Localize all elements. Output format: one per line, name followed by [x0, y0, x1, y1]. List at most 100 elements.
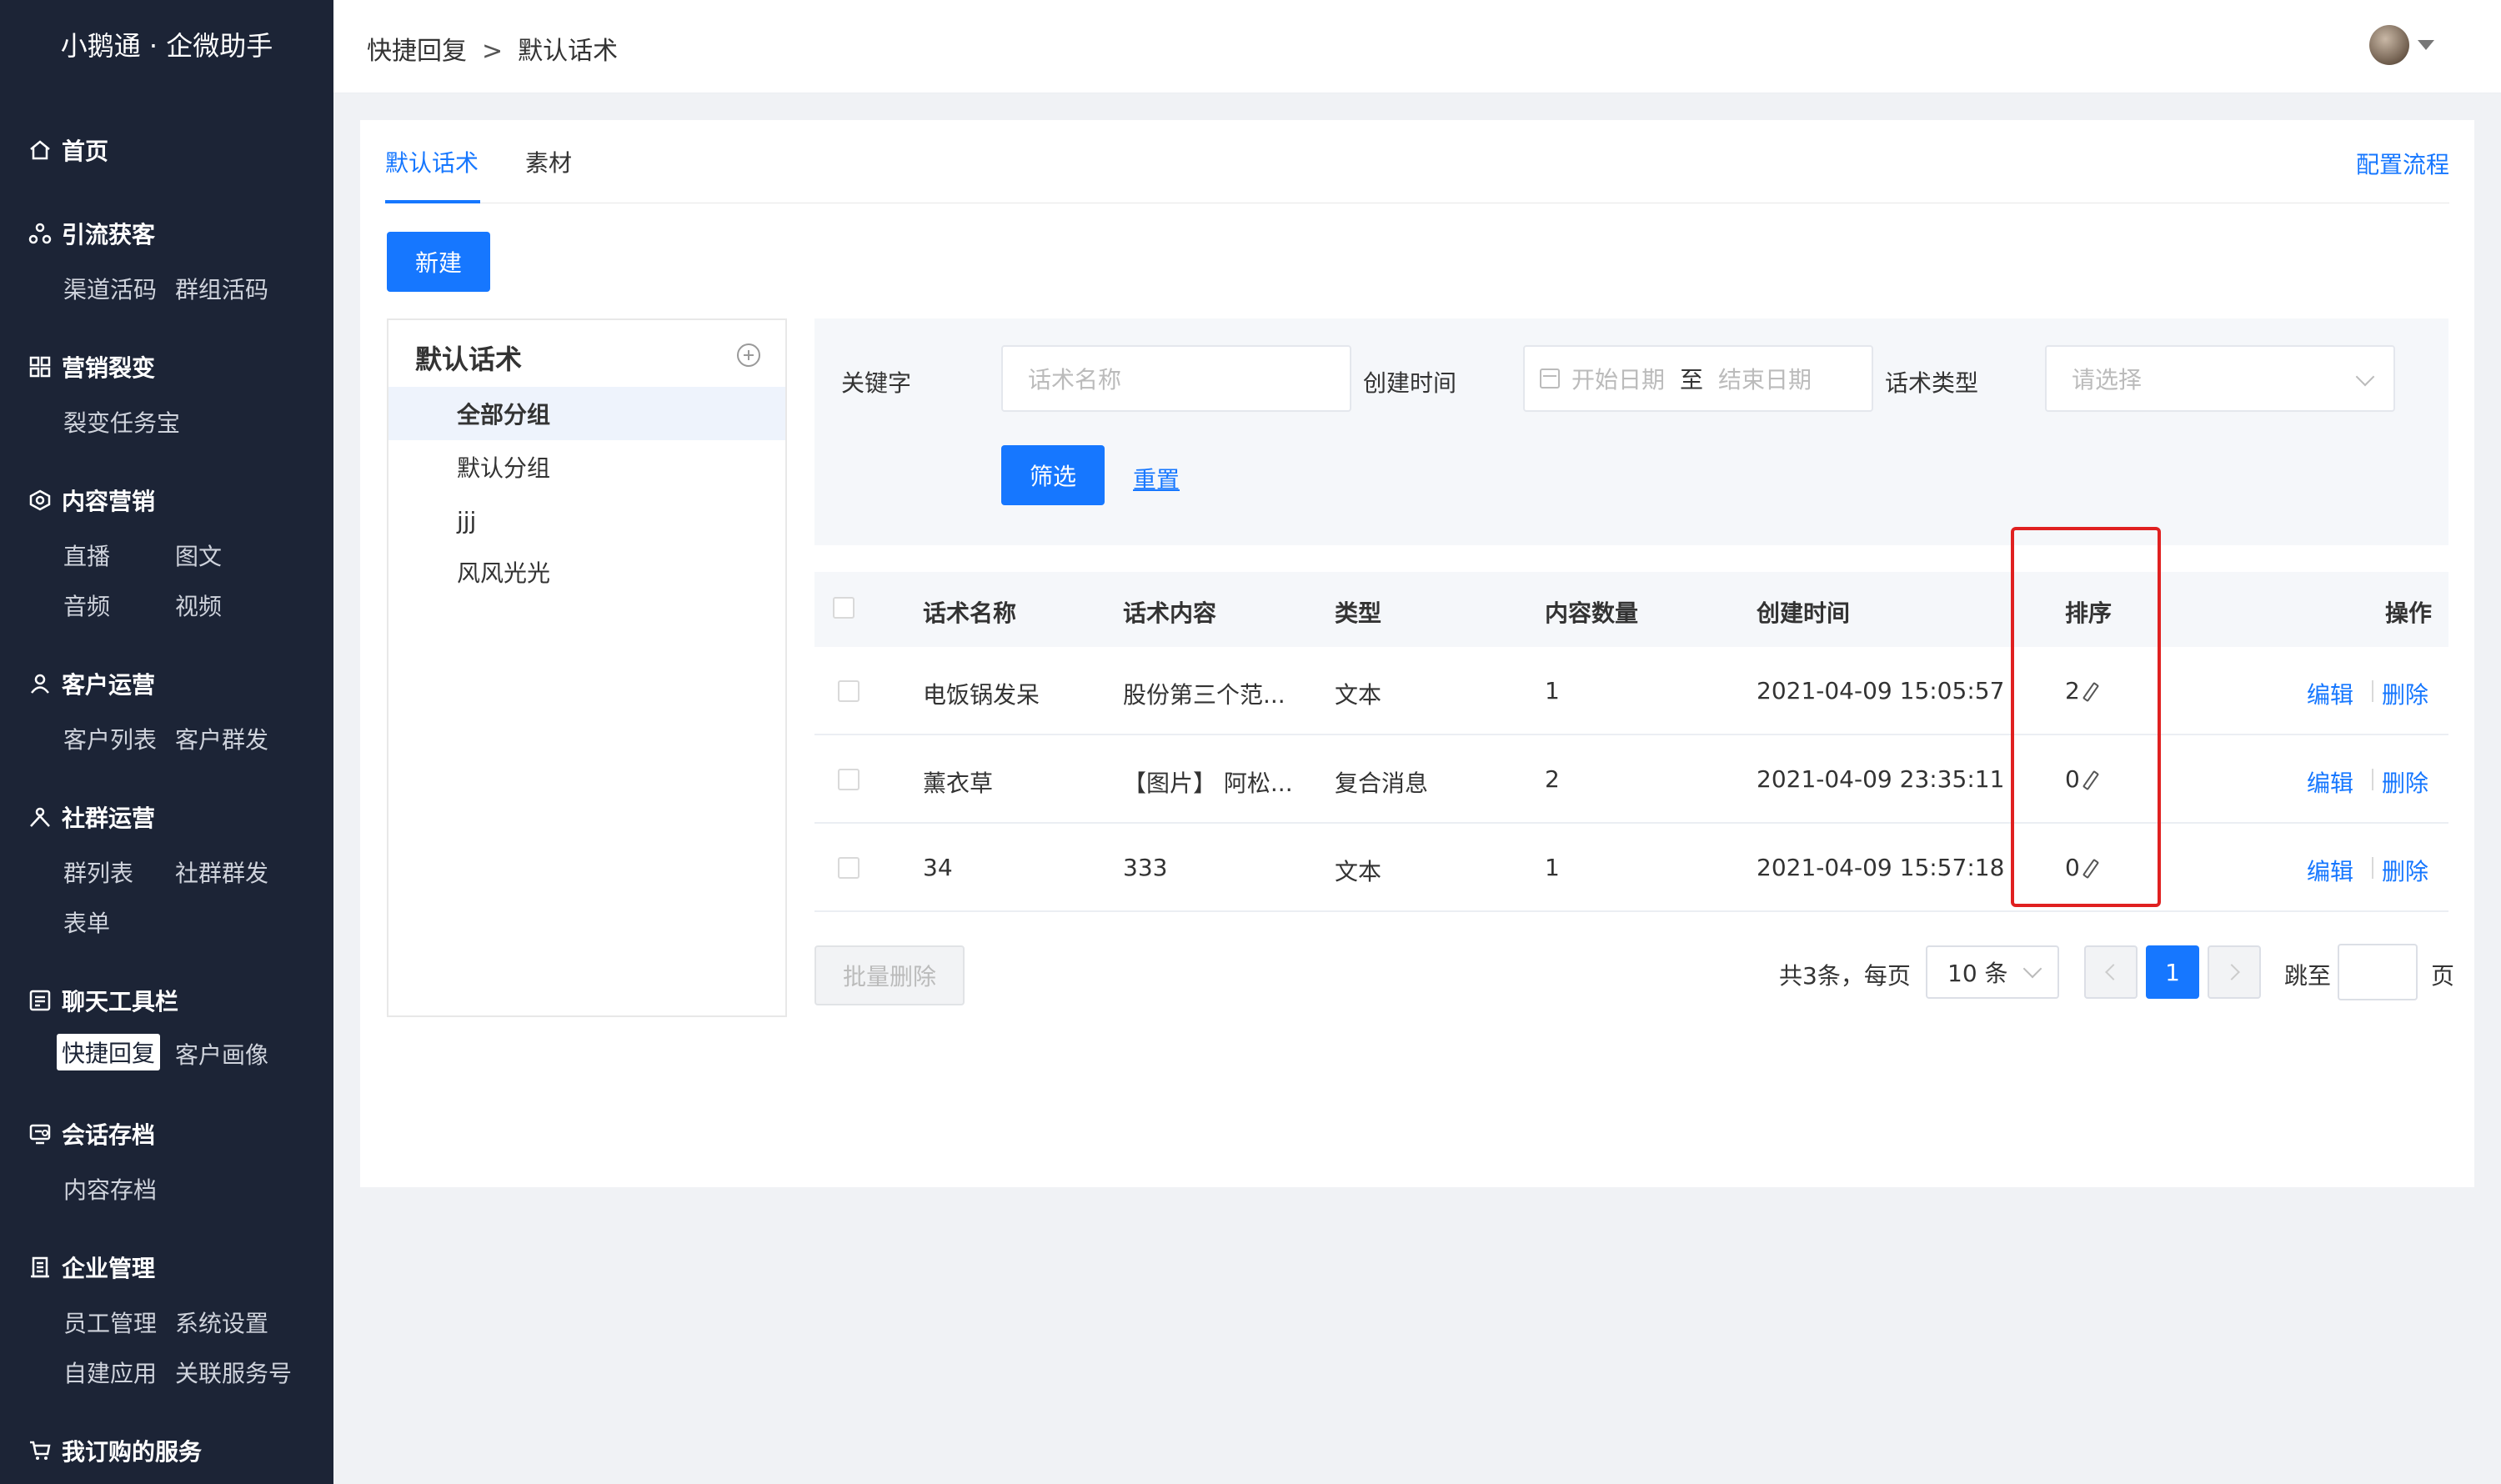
- cell-created: 2021-04-09 15:05:57: [1757, 677, 2005, 704]
- cell-name: 34: [923, 854, 953, 881]
- action-divider: [2372, 769, 2373, 790]
- date-range-picker[interactable]: 开始日期 至 结束日期: [1523, 345, 1873, 412]
- page-size-select[interactable]: 10 条: [1926, 945, 2059, 999]
- sidebar-item-fission[interactable]: 裂变任务宝: [63, 405, 180, 439]
- breadcrumb-current: 默认话术: [518, 37, 619, 66]
- jump-page-input[interactable]: [2338, 944, 2418, 1000]
- group-item-jjj[interactable]: jjj: [388, 494, 785, 547]
- row-checkbox[interactable]: [838, 769, 860, 790]
- batch-delete-button[interactable]: 批量删除: [814, 945, 965, 1005]
- breadcrumb-parent[interactable]: 快捷回复: [367, 37, 467, 66]
- sidebar-item-staff[interactable]: 员工管理: [63, 1306, 157, 1339]
- sidebar-item-channel-code[interactable]: 渠道活码: [63, 272, 157, 305]
- page-unit-label: 页: [2431, 962, 2455, 990]
- filter-button[interactable]: 筛选: [1001, 445, 1105, 505]
- pagination-total: 共3条，每页: [1779, 962, 1911, 990]
- sidebar-item-quick-reply[interactable]: 快捷回复: [57, 1034, 161, 1070]
- nav-group-customer: 客户运营: [28, 667, 155, 700]
- sidebar-item-audio[interactable]: 音频: [63, 589, 110, 622]
- nav-title-archive: 会话存档: [62, 1121, 156, 1149]
- script-type-label: 话术类型: [1885, 369, 1979, 397]
- nav-group-community: 社群运营: [28, 800, 155, 834]
- calendar-icon: [1540, 368, 1560, 389]
- reset-link[interactable]: 重置: [1133, 462, 1180, 495]
- chevron-left-icon: [2105, 964, 2122, 980]
- top-header: 快捷回复 > 默认话术: [333, 0, 2501, 93]
- sidebar: 小鹅通 · 企微助手 首页 引流获客 渠道活码 群组活码 营销裂变 裂变任务宝 …: [0, 0, 333, 1484]
- group-item-default[interactable]: 默认分组: [388, 440, 785, 494]
- group-item-all[interactable]: 全部分组: [388, 387, 785, 440]
- nav-group-enterprise: 企业管理: [28, 1251, 155, 1284]
- sidebar-item-form[interactable]: 表单: [63, 905, 110, 939]
- avatar[interactable]: [2369, 25, 2409, 65]
- keyword-input[interactable]: 话术名称: [1001, 345, 1351, 412]
- group-item-fengfeng[interactable]: 风风光光: [388, 545, 785, 599]
- cell-content: 333: [1123, 854, 1168, 881]
- cell-type: 文本: [1335, 681, 1382, 709]
- breadcrumb-separator: >: [482, 37, 504, 66]
- cell-content: 【图片】 阿松...: [1123, 770, 1293, 797]
- row-checkbox[interactable]: [838, 857, 860, 879]
- grid-icon: [28, 355, 52, 379]
- col-count: 内容数量: [1545, 599, 1639, 627]
- tab-bar: 默认话术 素材 配置流程: [385, 120, 2449, 203]
- script-type-select[interactable]: 请选择: [2045, 345, 2395, 412]
- group-panel: 默认话术 全部分组 默认分组 jjj 风风光光: [387, 318, 787, 1017]
- cell-type: 复合消息: [1335, 770, 1429, 797]
- new-button[interactable]: 新建: [387, 232, 490, 292]
- next-page-button[interactable]: [2208, 945, 2261, 999]
- sidebar-item-system-settings[interactable]: 系统设置: [175, 1306, 268, 1339]
- tab-materials[interactable]: 素材: [525, 145, 572, 178]
- delete-link[interactable]: 删除: [2382, 765, 2428, 799]
- sidebar-item-group-code[interactable]: 群组活码: [175, 272, 268, 305]
- sidebar-item-linked-account[interactable]: 关联服务号: [175, 1356, 292, 1389]
- end-date-placeholder: 结束日期: [1718, 366, 1812, 394]
- delete-link[interactable]: 删除: [2382, 854, 2428, 887]
- app-brand: 小鹅通 · 企微助手: [60, 30, 273, 62]
- sidebar-item-customer-list[interactable]: 客户列表: [63, 722, 157, 755]
- tab-default-scripts[interactable]: 默认话术: [385, 145, 479, 178]
- edit-link[interactable]: 编辑: [2307, 854, 2353, 887]
- delete-link[interactable]: 删除: [2382, 677, 2428, 710]
- add-group-icon[interactable]: [737, 343, 760, 367]
- col-name: 话术名称: [923, 599, 1017, 627]
- sidebar-item-video[interactable]: 视频: [175, 589, 222, 622]
- nav-group-archive: 会话存档: [28, 1117, 155, 1151]
- group-panel-title: 默认话术: [415, 343, 523, 375]
- nav-group-home[interactable]: 首页: [28, 133, 108, 167]
- sidebar-item-article[interactable]: 图文: [175, 539, 222, 572]
- config-flow-link[interactable]: 配置流程: [2356, 147, 2449, 180]
- archive-icon: [28, 1122, 52, 1146]
- nav-title-traffic: 引流获客: [62, 221, 156, 248]
- cart-icon: [28, 1439, 52, 1462]
- row-checkbox[interactable]: [838, 680, 860, 702]
- sidebar-item-customer-broadcast[interactable]: 客户群发: [175, 722, 268, 755]
- nav-title-subscriptions: 我订购的服务: [62, 1438, 203, 1466]
- sidebar-item-customer-profile[interactable]: 客户画像: [175, 1037, 268, 1070]
- page-size-value: 10 条: [1947, 960, 2008, 987]
- sidebar-item-content-archive[interactable]: 内容存档: [63, 1172, 157, 1206]
- cell-count: 2: [1545, 765, 1560, 793]
- chevron-down-icon[interactable]: [2418, 40, 2434, 50]
- nav-group-marketing: 营销裂变: [28, 350, 155, 384]
- table-row: 34 333 文本 1 2021-04-09 15:57:18 0 编辑 删除: [814, 824, 2448, 912]
- prev-page-button[interactable]: [2084, 945, 2138, 999]
- user-icon: [28, 672, 52, 695]
- page-1-button[interactable]: 1: [2146, 945, 2199, 999]
- cell-type: 文本: [1335, 858, 1382, 885]
- sidebar-item-group-list[interactable]: 群列表: [63, 855, 133, 889]
- cell-created: 2021-04-09 23:35:11: [1757, 765, 2005, 793]
- edit-link[interactable]: 编辑: [2307, 677, 2353, 710]
- created-time-label: 创建时间: [1363, 369, 1457, 397]
- sidebar-item-community-broadcast[interactable]: 社群群发: [175, 855, 268, 889]
- nav-title-marketing: 营销裂变: [62, 354, 156, 382]
- content-icon: [28, 489, 52, 512]
- nav-group-subscriptions[interactable]: 我订购的服务: [28, 1434, 202, 1467]
- edit-link[interactable]: 编辑: [2307, 765, 2353, 799]
- nav-group-chat-toolbar: 聊天工具栏: [28, 984, 178, 1017]
- chevron-down-icon: [2022, 959, 2042, 979]
- sidebar-item-live[interactable]: 直播: [63, 539, 110, 572]
- cell-count: 1: [1545, 677, 1560, 704]
- sidebar-item-custom-app[interactable]: 自建应用: [63, 1356, 157, 1389]
- select-all-checkbox[interactable]: [833, 597, 855, 619]
